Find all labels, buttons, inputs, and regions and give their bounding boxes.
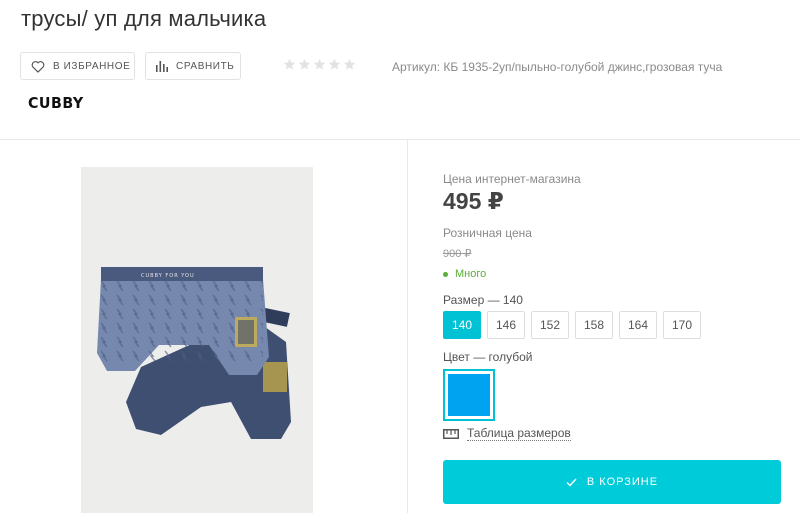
star-icon[interactable] xyxy=(343,58,356,71)
star-icon[interactable] xyxy=(283,58,296,71)
ruler-icon xyxy=(443,428,459,439)
size-option-158[interactable]: 158 xyxy=(575,311,613,339)
size-option-140[interactable]: 140 xyxy=(443,311,481,339)
boxer-briefs-illustration: CUBBY FOR YOU xyxy=(97,267,291,439)
waistband-text: CUBBY FOR YOU xyxy=(141,273,195,279)
size-option-164[interactable]: 164 xyxy=(619,311,657,339)
compare-label: СРАВНИТЬ xyxy=(176,60,235,72)
header-divider xyxy=(0,139,800,140)
size-selector: 140 146 152 158 164 170 xyxy=(443,311,701,339)
retail-price: 900 ₽ xyxy=(443,248,472,260)
checkmark-icon xyxy=(566,478,577,487)
color-swatch-fill xyxy=(448,374,490,416)
size-option-146[interactable]: 146 xyxy=(487,311,525,339)
color-label: Цвет — голубой xyxy=(443,350,533,364)
add-to-favorites-label: В ИЗБРАННОЕ xyxy=(53,60,131,72)
size-table-label: Таблица размеров xyxy=(467,426,571,441)
column-divider xyxy=(407,140,408,513)
stock-status-text: Много xyxy=(455,268,487,280)
add-to-cart-label: В КОРЗИНЕ xyxy=(586,476,659,488)
heart-icon xyxy=(31,60,45,73)
rating-stars[interactable] xyxy=(283,58,356,71)
retail-price-label: Розничная цена xyxy=(443,226,532,240)
size-option-152[interactable]: 152 xyxy=(531,311,569,339)
add-to-cart-button[interactable]: В КОРЗИНЕ xyxy=(443,460,781,504)
compare-button[interactable]: СРАВНИТЬ xyxy=(145,52,241,80)
online-price: 495 ₽ xyxy=(443,188,504,214)
color-swatch-selected[interactable] xyxy=(443,369,495,421)
product-image[interactable]: CUBBY FOR YOU xyxy=(81,167,313,513)
product-title: трусы/ уп для мальчика xyxy=(21,6,267,31)
add-to-favorites-button[interactable]: В ИЗБРАННОЕ xyxy=(20,52,135,80)
brand-logo[interactable]: CUBBY xyxy=(28,94,84,112)
bar-chart-icon xyxy=(156,61,168,72)
stock-status: Много xyxy=(443,268,486,280)
size-option-170[interactable]: 170 xyxy=(663,311,701,339)
stock-dot-icon xyxy=(443,271,448,277)
online-price-label: Цена интернет-магазина xyxy=(443,172,581,186)
size-table-link[interactable]: Таблица размеров xyxy=(443,426,571,441)
star-icon[interactable] xyxy=(298,58,311,71)
size-label: Размер — 140 xyxy=(443,293,523,307)
product-sku: Артикул: КБ 1935-2уп/пыльно-голубой джин… xyxy=(392,60,723,74)
star-icon[interactable] xyxy=(328,58,341,71)
star-icon[interactable] xyxy=(313,58,326,71)
